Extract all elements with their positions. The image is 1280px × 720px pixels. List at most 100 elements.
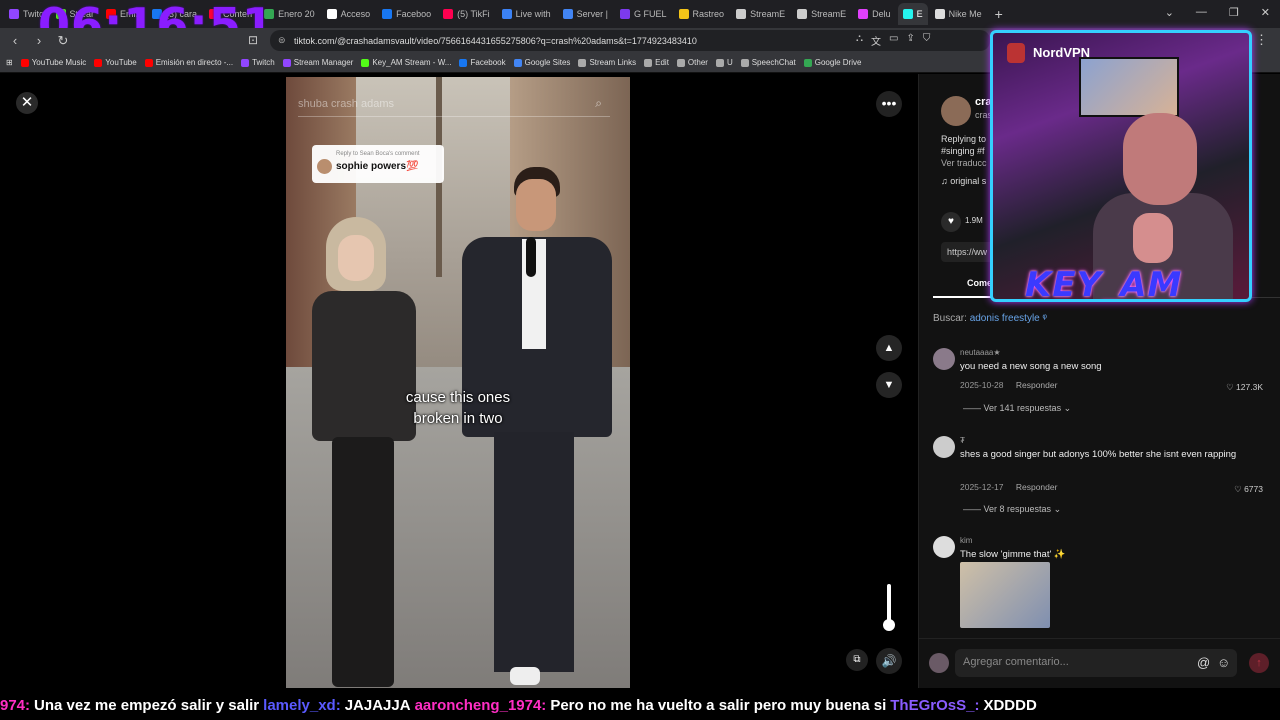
volume-icon[interactable]: 🔊 xyxy=(876,648,902,674)
search-suggestion[interactable]: Buscar: adonis freestyle ᵠ xyxy=(933,313,1047,324)
reload-icon[interactable]: ↻ xyxy=(54,33,72,49)
comment-avatar[interactable] xyxy=(933,536,955,558)
view-replies-button[interactable]: —— Ver 8 respuestas ⌄ xyxy=(963,504,1061,515)
tab-label: StreamE xyxy=(750,9,786,19)
bookmark-favicon-icon xyxy=(578,58,587,67)
previous-video-button[interactable]: ▲ xyxy=(876,335,902,361)
extension-icon[interactable]: ⛬ xyxy=(856,33,863,48)
bookmark-item[interactable]: YouTube xyxy=(94,58,137,67)
minimize-icon[interactable]: — xyxy=(1196,6,1207,19)
heart-icon[interactable]: ♥ xyxy=(941,212,961,232)
send-icon[interactable]: ↑ xyxy=(1249,653,1269,673)
nordvpn-logo-icon xyxy=(1007,43,1025,63)
new-tab-icon[interactable]: + xyxy=(989,6,1009,22)
more-options-button[interactable]: ••• xyxy=(876,91,902,117)
bookmark-icon[interactable]: ⊡ xyxy=(248,33,258,47)
tab-favicon-icon xyxy=(9,9,19,19)
forward-icon[interactable]: › xyxy=(30,33,48,48)
back-icon[interactable]: ‹ xyxy=(6,33,24,48)
mention-icon[interactable]: @ xyxy=(1197,655,1210,670)
close-window-icon[interactable]: ✕ xyxy=(1261,6,1270,19)
tab-comments[interactable]: Come xyxy=(967,278,992,288)
browser-menu-icon[interactable]: ⋮ xyxy=(1255,32,1268,48)
bookmark-item[interactable]: Stream Manager xyxy=(282,58,353,67)
bookmark-item[interactable]: Stream Links xyxy=(578,58,636,67)
tab-favicon-icon xyxy=(501,9,512,19)
bookmark-favicon-icon xyxy=(241,58,250,67)
bookmark-item[interactable]: Other xyxy=(676,58,708,67)
search-icon: ⌕ xyxy=(595,96,602,110)
shield-icon[interactable]: ⛉ xyxy=(923,33,931,48)
tab-label: Server | xyxy=(576,9,609,19)
bookmark-item[interactable]: YouTube Music xyxy=(20,58,86,67)
view-replies-label: Ver 141 respuestas xyxy=(983,403,1062,413)
browser-tab[interactable]: StreamE xyxy=(731,3,790,25)
share-icon[interactable]: ⇪ xyxy=(906,33,914,48)
tab-search-icon[interactable]: ⌄ xyxy=(1165,6,1174,19)
browser-tab[interactable]: E xyxy=(897,3,928,25)
bookmark-item[interactable]: SpeechChat xyxy=(740,58,796,67)
bookmark-favicon-icon xyxy=(740,58,749,67)
reply-button[interactable]: Responder xyxy=(1016,482,1058,492)
bookmark-item[interactable]: Google Sites xyxy=(513,58,571,67)
bookmark-item[interactable]: Edit xyxy=(644,58,669,67)
comment-likes[interactable]: ♡ 127.3K xyxy=(1226,382,1263,393)
next-video-button[interactable]: ▼ xyxy=(876,372,902,398)
apps-icon[interactable]: ⊞ xyxy=(6,58,13,67)
comment-avatar[interactable] xyxy=(933,348,955,370)
bookmark-item[interactable]: U xyxy=(715,58,733,67)
view-replies-button[interactable]: —— Ver 141 respuestas ⌄ xyxy=(963,403,1071,414)
bookmark-label: Stream Links xyxy=(589,58,637,67)
see-translation-link[interactable]: Ver traducc xyxy=(941,158,987,168)
emoji-icon[interactable]: ☺ xyxy=(1217,655,1230,670)
description-hashtags[interactable]: #singing #f xyxy=(941,146,985,156)
comment-username[interactable]: neutaaaa★ xyxy=(960,348,1001,357)
comment-avatar[interactable] xyxy=(933,436,955,458)
browser-tab[interactable]: Delu xyxy=(853,3,896,25)
bookmark-label: Google Sites xyxy=(524,58,571,67)
chat-username: lamely_xd: xyxy=(263,696,341,714)
tab-label: Acceso xyxy=(340,9,371,19)
creator-avatar[interactable] xyxy=(941,96,971,126)
bookmark-item[interactable]: Key_AM Stream - W... xyxy=(361,58,451,67)
bookmark-item[interactable]: Twitch xyxy=(241,58,275,67)
bookmark-favicon-icon xyxy=(803,58,812,67)
cast-icon[interactable]: ▭ xyxy=(889,33,898,48)
video-search-overlay: shuba crash adams ⌕ xyxy=(298,91,610,117)
browser-tab[interactable]: Acceso xyxy=(322,3,376,25)
bookmark-item[interactable]: Facebook xyxy=(459,58,506,67)
maximize-icon[interactable]: ❐ xyxy=(1229,6,1239,19)
site-info-icon[interactable]: ⊜ xyxy=(278,35,286,46)
comment-likes[interactable]: ♡ 6773 xyxy=(1234,484,1263,495)
comment-input-bar: Agregar comentario... @ ☺ ↑ xyxy=(919,638,1280,688)
browser-tab[interactable]: Nike Me xyxy=(930,3,987,25)
video-player[interactable]: shuba crash adams ⌕ Reply to Sean Boca's… xyxy=(286,77,630,688)
browser-tab[interactable]: Rastreo xyxy=(674,3,730,25)
tab-favicon-icon xyxy=(902,9,913,19)
tab-label: StreamE xyxy=(811,9,847,19)
browser-tab[interactable]: G FUEL xyxy=(615,3,672,25)
close-video-button[interactable]: ✕ xyxy=(16,92,38,114)
bookmark-item[interactable]: Emisión en directo -... xyxy=(144,58,234,67)
reply-button[interactable]: Responder xyxy=(1016,380,1058,390)
search-suggestion-term[interactable]: adonis freestyle xyxy=(970,313,1040,324)
browser-tab[interactable]: StreamE xyxy=(792,3,851,25)
browser-tab[interactable]: Live with xyxy=(497,3,556,25)
browser-tab[interactable]: (5) TikFi xyxy=(438,3,495,25)
browser-tab[interactable]: Server | xyxy=(558,3,613,25)
bookmark-item[interactable]: Google Drive xyxy=(803,58,861,67)
bookmark-label: Emisión en directo -... xyxy=(155,58,234,67)
comment-input[interactable]: Agregar comentario... xyxy=(955,649,1237,677)
comment-image[interactable] xyxy=(960,562,1050,628)
comment-username[interactable]: ₮ xyxy=(960,436,965,445)
original-sound-link[interactable]: ♫ original s xyxy=(941,176,986,186)
caption-line-2: broken in two xyxy=(413,410,503,427)
streamer-head xyxy=(1123,113,1197,205)
like-count: 1.9M xyxy=(965,216,983,225)
volume-slider-knob[interactable] xyxy=(883,619,895,631)
browser-tab[interactable]: Faceboo xyxy=(377,3,436,25)
comment-username[interactable]: kim xyxy=(960,536,972,545)
comment-text: The slow 'gimme that' ✨ xyxy=(960,549,1066,560)
translate-icon[interactable]: 文 xyxy=(871,33,881,48)
picture-in-picture-icon[interactable]: ⧉ xyxy=(846,649,868,671)
